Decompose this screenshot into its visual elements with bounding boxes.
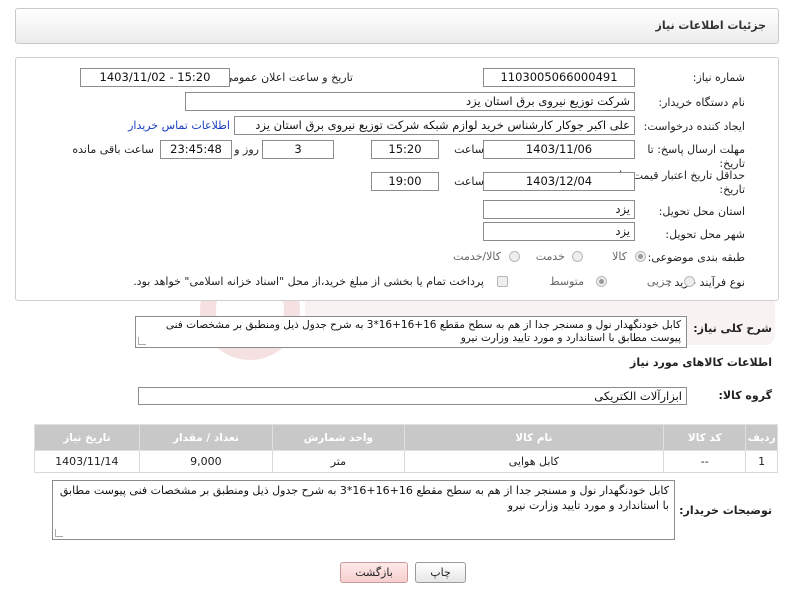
col-goods-name: نام کالا bbox=[403, 424, 665, 451]
goods-group-label: گروه کالا: bbox=[718, 389, 772, 402]
goods-group-field[interactable]: ابزارآلات الکتریکی bbox=[138, 387, 687, 405]
category-option-goods: کالا bbox=[612, 250, 627, 263]
buyer-notes-textarea[interactable]: کابل خودنگهدار نول و مسنجر جدا از هم به … bbox=[52, 480, 675, 540]
purchase-type-radio-minor[interactable] bbox=[684, 276, 695, 287]
resize-grip-icon[interactable] bbox=[138, 337, 146, 345]
reply-deadline-date-field[interactable]: 1403/11/06 bbox=[483, 140, 635, 159]
purchase-type-option-minor: جزیی bbox=[646, 275, 672, 288]
city-field[interactable]: یزد bbox=[483, 222, 635, 241]
need-number-field[interactable]: 1103005066000491 bbox=[483, 68, 635, 87]
buyer-field[interactable]: شرکت توزیع نیروی برق استان یزد bbox=[185, 92, 635, 111]
goods-table-header: ردیف کد کالا نام کالا واحد شمارش تعداد /… bbox=[34, 424, 778, 451]
col-row-number: ردیف bbox=[745, 424, 778, 451]
purchase-type-option-medium: متوسط bbox=[549, 275, 584, 288]
col-unit: واحد شمارش bbox=[272, 424, 405, 451]
purchase-type-label: نوع فرآیند خرید : bbox=[667, 276, 745, 289]
category-radio-goods[interactable] bbox=[635, 251, 646, 262]
table-row[interactable]: 1 -- کابل هوایی متر 9,000 1403/11/14 bbox=[34, 450, 778, 473]
treasury-payment-note: پرداخت تمام یا بخشی از مبلغ خرید،از محل … bbox=[133, 275, 484, 288]
category-radio-service[interactable] bbox=[572, 251, 583, 262]
buyer-notes-label: توضیحات خریدار: bbox=[679, 504, 772, 517]
summary-text: کابل خودنگهدار نول و مسنجر جدا از هم به … bbox=[165, 319, 681, 344]
need-number-label: شماره نیاز: bbox=[692, 71, 745, 84]
category-label: طبقه بندی موضوعی: bbox=[647, 251, 745, 264]
category-radio-goods-service[interactable] bbox=[509, 251, 520, 262]
remaining-time-field[interactable]: 23:45:48 bbox=[160, 140, 232, 159]
reply-deadline-time-field[interactable]: 15:20 bbox=[371, 140, 439, 159]
cell-goods-code: -- bbox=[663, 450, 747, 473]
price-validity-time-label: ساعت bbox=[454, 175, 484, 188]
buyer-notes-text: کابل خودنگهدار نول و مسنجر جدا از هم به … bbox=[59, 484, 669, 512]
cell-unit: متر bbox=[272, 450, 405, 473]
reply-deadline-label: مهلت ارسال پاسخ: تا bbox=[647, 143, 745, 156]
col-goods-code: کد کالا bbox=[663, 424, 747, 451]
print-button[interactable]: چاپ bbox=[415, 562, 466, 583]
price-validity-label-date: تاریخ: bbox=[719, 183, 745, 196]
resize-grip-icon[interactable] bbox=[55, 529, 63, 537]
cell-need-date: 1403/11/14 bbox=[34, 450, 140, 473]
treasury-payment-checkbox[interactable] bbox=[497, 276, 508, 287]
creator-label: ایجاد کننده درخواست: bbox=[643, 120, 745, 133]
goods-section-title: اطلاعات کالاهای مورد نیاز bbox=[630, 356, 772, 369]
province-field[interactable]: یزد bbox=[483, 200, 635, 219]
buyer-contact-link[interactable]: اطلاعات تماس خریدار bbox=[128, 119, 230, 132]
announce-date-field[interactable]: 1403/11/02 - 15:20 bbox=[80, 68, 230, 87]
cell-quantity: 9,000 bbox=[138, 450, 274, 473]
summary-textarea[interactable]: کابل خودنگهدار نول و مسنجر جدا از هم به … bbox=[135, 316, 687, 348]
announce-date-label: تاریخ و ساعت اعلان عمومی: bbox=[220, 71, 353, 84]
cell-row-number: 1 bbox=[745, 450, 778, 473]
header-panel: جزئیات اطلاعات نیاز bbox=[15, 8, 779, 44]
summary-label: شرح کلی نیاز: bbox=[693, 322, 772, 335]
price-validity-time-field[interactable]: 19:00 bbox=[371, 172, 439, 191]
price-validity-label: حداقل تاریخ اعتبار قیمت: تا bbox=[619, 169, 745, 182]
col-quantity: تعداد / مقدار bbox=[138, 424, 274, 451]
page-title: جزئیات اطلاعات نیاز bbox=[655, 19, 767, 32]
reply-deadline-time-label: ساعت bbox=[454, 143, 484, 156]
purchase-type-radio-medium[interactable] bbox=[596, 276, 607, 287]
back-button[interactable]: بازگشت bbox=[340, 562, 408, 583]
remaining-time-label: ساعت باقی مانده bbox=[72, 143, 154, 156]
cell-goods-name: کابل هوایی bbox=[403, 450, 665, 473]
remaining-days-field[interactable]: 3 bbox=[262, 140, 334, 159]
city-label: شهر محل تحویل: bbox=[665, 228, 745, 241]
days-label: روز و bbox=[234, 143, 259, 156]
category-option-goods-service: کالا/خدمت bbox=[453, 250, 501, 263]
category-option-service: خدمت bbox=[535, 250, 565, 263]
goods-table: ردیف کد کالا نام کالا واحد شمارش تعداد /… bbox=[34, 424, 778, 473]
col-need-date: تاریخ نیاز bbox=[34, 424, 140, 451]
price-validity-date-field[interactable]: 1403/12/04 bbox=[483, 172, 635, 191]
province-label: استان محل تحویل: bbox=[658, 205, 745, 218]
creator-field[interactable]: علی اکبر جوکار کارشناس خرید لوازم شبکه ش… bbox=[234, 116, 635, 135]
buyer-label: نام دستگاه خریدار: bbox=[658, 96, 745, 109]
